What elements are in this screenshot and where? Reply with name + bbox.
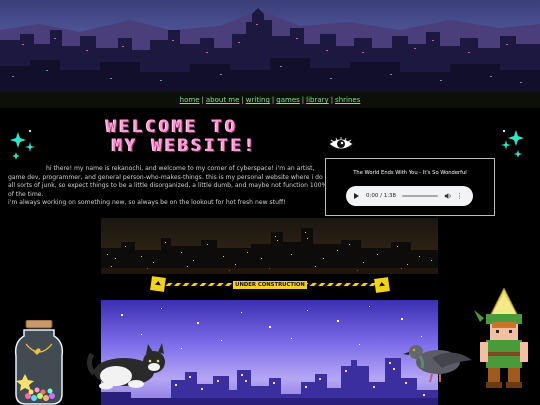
play-icon[interactable] [354,193,359,199]
nav-separator: | [201,96,204,104]
intro-paragraph: hi there! my name is rekanochi, and welc… [8,165,328,198]
volume-icon[interactable] [444,192,452,200]
nav-link-about-me[interactable]: about me [206,96,240,104]
under-construction-label: UNDER CONSTRUCTION [233,281,307,289]
audio-progress-slider[interactable] [402,195,439,197]
link-character-image [474,288,528,388]
night-city-photo [101,218,438,274]
nav-separator: | [241,96,244,104]
nav-separator: | [301,96,305,104]
pigeon-image [403,345,472,383]
nav-separator: | [271,96,275,104]
eye-icon [328,137,354,150]
nav-separator: | [330,96,334,104]
sparkle-stars-icon [501,130,524,158]
nav-link-games[interactable]: games [276,96,300,104]
nav-link-writing[interactable]: writing [246,96,270,104]
nav-link-shrines[interactable]: shrines [335,96,360,104]
song-title: The World Ends With You - It's So Wonder… [353,170,467,176]
audio-time: 0:00 / 1:38 [366,193,397,199]
main-nav: home | about me | writing | games | library | shri… [0,92,540,108]
nav-link-library[interactable]: library [306,96,329,104]
intro-paragraph: i'm always working on something new, so … [8,199,286,207]
intro-text: hi there! my name is rekanochi, and welc… [8,165,328,208]
pixel-city-banner-image [0,0,540,92]
nav-link-home[interactable]: home [180,96,200,104]
welcome-title: Welcome to my website! [100,118,310,156]
heart-jar-icon [14,320,64,405]
music-player: The World Ends With You - It's So Wonder… [325,158,495,216]
welcome-title-line-1: Welcome to [106,117,239,137]
welcome-title-line-2: my website! [112,136,258,156]
cat-image [86,343,165,390]
sparkle-stars-icon [10,130,35,160]
more-options-icon[interactable]: ⋮ [456,192,463,200]
audio-controls: 0:00 / 1:38 ⋮ [346,186,473,206]
